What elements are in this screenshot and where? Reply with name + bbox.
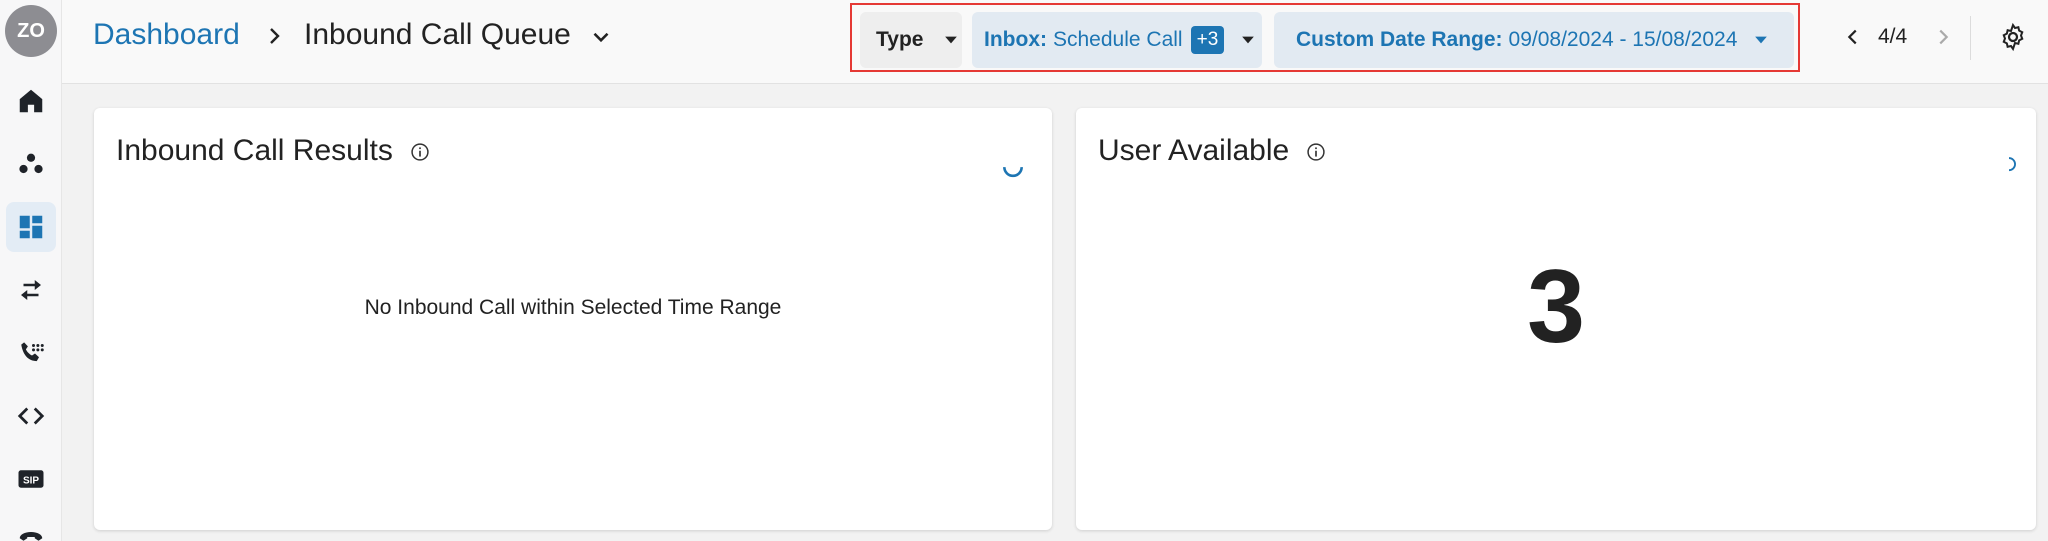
chevron-right-icon — [270, 28, 280, 44]
date-range-value: 09/08/2024 - 15/08/2024 — [1508, 28, 1738, 51]
gear-icon[interactable] — [1998, 22, 2028, 52]
sidebar-item-team[interactable] — [6, 139, 56, 189]
empty-state-message: No Inbound Call within Selected Time Ran… — [364, 296, 782, 319]
sidebar-item-calls[interactable] — [6, 328, 56, 378]
chevron-right-icon[interactable] — [1932, 26, 1954, 48]
code-icon — [17, 407, 45, 425]
caret-down-icon — [1755, 36, 1768, 44]
svg-text:SIP: SIP — [23, 475, 39, 486]
page-title: Inbound Call Queue — [304, 18, 571, 51]
user-available-card: User Available 3 — [1076, 108, 2036, 530]
filter-group: Type Inbox: Schedule Call +3 Custom Date… — [850, 3, 1800, 72]
sidebar: ZO SIP — [0, 0, 62, 541]
inbox-filter-value: Schedule Call — [1053, 28, 1183, 51]
loading-spinner-icon — [1003, 167, 1023, 178]
info-icon[interactable] — [410, 142, 430, 162]
caret-down-icon — [945, 36, 958, 44]
top-bar: Dashboard Inbound Call Queue Type Inbox:… — [62, 0, 2048, 84]
phone-keypad-icon — [21, 342, 44, 362]
avatar[interactable]: ZO — [5, 5, 57, 57]
transfer-arrows-icon — [21, 280, 41, 300]
inbound-call-results-card: Inbound Call Results No Inbound Call wit… — [94, 108, 1052, 530]
sidebar-item-code[interactable] — [6, 391, 56, 441]
breadcrumb-dashboard-link[interactable]: Dashboard — [93, 18, 240, 52]
sidebar-item-transfer[interactable] — [6, 265, 56, 315]
sidebar-item-dashboard[interactable] — [6, 202, 56, 252]
sidebar-item-home[interactable] — [6, 76, 56, 126]
sidebar-item-telephone[interactable] — [6, 517, 56, 541]
inbox-filter-key: Inbox: — [984, 28, 1047, 51]
team-icon — [19, 153, 43, 174]
date-range-key: Custom Date Range: — [1296, 28, 1503, 51]
inbox-filter[interactable]: Inbox: Schedule Call +3 — [972, 12, 1262, 68]
inbox-extra-count-badge: +3 — [1190, 26, 1225, 54]
chevron-left-icon[interactable] — [1842, 26, 1864, 48]
loading-spinner-icon — [2008, 157, 2016, 172]
date-range-filter[interactable]: Custom Date Range: 09/08/2024 - 15/08/20… — [1274, 12, 1794, 68]
user-available-count: 3 — [1527, 249, 1585, 365]
card-title: Inbound Call Results — [116, 134, 393, 167]
sip-icon: SIP — [18, 470, 44, 488]
card-title: User Available — [1098, 134, 1290, 167]
app-root: ZO SIP Dashboard Inbound Call Queue Type… — [0, 0, 2048, 541]
sidebar-item-sip[interactable]: SIP — [6, 454, 56, 504]
page-indicator: 4/4 — [1878, 25, 1908, 48]
dashboard-icon — [19, 215, 43, 239]
home-icon — [19, 89, 43, 113]
chevron-down-icon[interactable] — [588, 24, 614, 50]
type-filter[interactable]: Type — [860, 12, 962, 68]
telephone-icon — [19, 532, 43, 541]
divider — [1970, 16, 1971, 60]
info-icon[interactable] — [1306, 142, 1326, 162]
type-filter-label: Type — [876, 28, 924, 51]
caret-down-icon — [1242, 36, 1255, 44]
